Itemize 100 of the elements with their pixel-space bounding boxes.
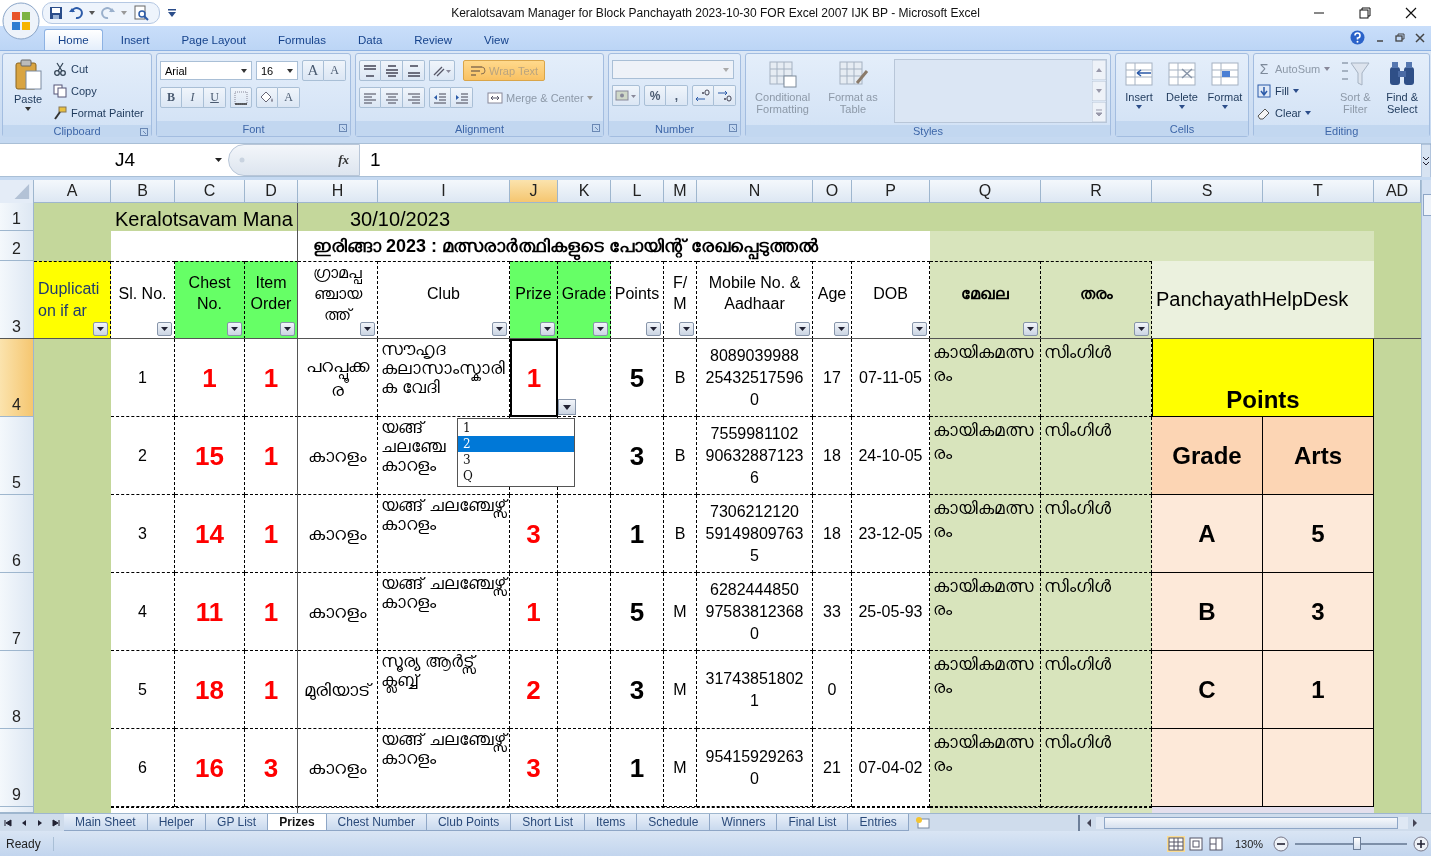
row-header[interactable]: 6 <box>0 495 34 573</box>
font-name-field[interactable]: Arial <box>160 61 252 80</box>
fill-button[interactable]: Fill <box>1257 80 1331 101</box>
align-icon-button[interactable] <box>381 87 403 108</box>
column-header[interactable]: Q <box>930 180 1041 203</box>
shrink-font-button[interactable]: A <box>324 60 346 81</box>
filter-dropdown-button[interactable] <box>1134 322 1149 336</box>
align-icon-button[interactable] <box>381 60 403 81</box>
column-header[interactable]: K <box>558 180 611 203</box>
format-painter-button[interactable]: Format Painter <box>53 102 144 123</box>
sheet-tab[interactable]: Final List <box>777 814 849 831</box>
restore-icon[interactable] <box>1395 32 1405 43</box>
print-preview-icon[interactable] <box>133 5 149 21</box>
orientation-button[interactable] <box>429 60 455 81</box>
borders-button[interactable] <box>230 87 252 108</box>
percent-button[interactable]: % <box>644 85 666 106</box>
column-header[interactable]: O <box>813 180 852 203</box>
filter-dropdown-button[interactable] <box>492 322 507 336</box>
help-icon[interactable] <box>1350 30 1365 45</box>
column-header[interactable]: A <box>34 180 111 203</box>
ribbon-tab[interactable]: Review <box>400 29 466 50</box>
grow-font-button[interactable]: A <box>302 60 324 81</box>
column-header[interactable]: S <box>1152 180 1263 203</box>
align-icon-button[interactable] <box>403 87 425 108</box>
filter-dropdown-button[interactable] <box>795 322 810 336</box>
filter-dropdown-button[interactable] <box>93 322 108 336</box>
zoom-out-icon[interactable] <box>1273 835 1289 852</box>
column-header[interactable]: C <box>175 180 245 203</box>
dropdown-option[interactable]: 2 <box>458 436 574 452</box>
filter-dropdown-button[interactable] <box>912 322 927 336</box>
row-header[interactable]: 9 <box>0 729 34 807</box>
sheet-tab[interactable]: Winners <box>710 814 778 831</box>
align-icon-button[interactable] <box>403 60 425 81</box>
cells-button[interactable]: Format <box>1205 56 1245 109</box>
font-color-button[interactable]: A <box>278 87 300 108</box>
sheet-tab[interactable]: Main Sheet <box>64 814 148 831</box>
column-header[interactable]: R <box>1041 180 1152 203</box>
sheet-tab[interactable]: Helper <box>147 814 207 831</box>
customize-caret-icon[interactable] <box>168 9 176 17</box>
increase-indent-button[interactable] <box>451 87 473 108</box>
ribbon-tab[interactable]: Data <box>344 29 397 50</box>
row-header[interactable]: 3 <box>0 261 34 339</box>
formula-field[interactable]: 1 <box>360 144 1421 176</box>
name-box[interactable]: J4 <box>0 144 228 176</box>
row-header[interactable]: 1 <box>0 203 34 231</box>
ribbon-tab[interactable]: Formulas <box>264 29 340 50</box>
fill-color-button[interactable] <box>256 87 278 108</box>
column-header[interactable]: B <box>111 180 175 203</box>
sheet-tab[interactable]: Prizes <box>268 814 327 831</box>
row-header[interactable]: 7 <box>0 573 34 651</box>
page-layout-icon[interactable] <box>1187 835 1205 852</box>
sheet-tab[interactable]: Entries <box>848 814 909 831</box>
page-break-icon[interactable] <box>1207 835 1225 852</box>
paste-button[interactable]: Paste <box>6 56 50 111</box>
filter-dropdown-button[interactable] <box>834 322 849 336</box>
restore-icon[interactable] <box>1359 7 1371 19</box>
filter-dropdown-button[interactable] <box>679 322 694 336</box>
cells-button[interactable]: Delete <box>1162 56 1202 109</box>
underline-button[interactable]: U <box>204 87 226 108</box>
zoom-level[interactable]: 130% <box>1231 837 1267 850</box>
decrease-decimal-button[interactable] <box>714 85 736 106</box>
column-header[interactable]: D <box>245 180 298 203</box>
scroll-thumb[interactable] <box>1104 816 1398 829</box>
ribbon-tab[interactable]: Page Layout <box>167 29 261 50</box>
column-header[interactable]: J <box>510 180 558 203</box>
column-header[interactable]: T <box>1263 180 1374 203</box>
font-size-field[interactable]: 16 <box>256 61 298 80</box>
sheet-tab[interactable]: Club Points <box>426 814 512 831</box>
cell-dropdown-button[interactable] <box>558 399 576 415</box>
decrease-indent-button[interactable] <box>429 87 451 108</box>
normal-view-icon[interactable] <box>1167 835 1185 852</box>
copy-button[interactable]: Copy <box>53 80 144 101</box>
zoom-slider[interactable] <box>1295 835 1407 852</box>
number-format-field[interactable] <box>612 60 734 79</box>
caret-icon[interactable] <box>89 11 95 15</box>
row-header[interactable]: 4 <box>0 339 34 417</box>
close-icon[interactable] <box>1405 7 1417 19</box>
cells-button[interactable]: Insert <box>1119 56 1159 109</box>
italic-button[interactable]: I <box>182 87 204 108</box>
find-select-button[interactable]: Find & Select <box>1380 56 1425 115</box>
close-icon[interactable] <box>1415 32 1425 43</box>
column-header[interactable]: H <box>298 180 378 203</box>
insert-function-button[interactable]: fx <box>338 152 349 168</box>
handle-icon[interactable] <box>239 157 245 163</box>
sheet-tab[interactable]: Items <box>585 814 638 831</box>
column-header[interactable]: AD <box>1374 180 1421 203</box>
last-sheet-icon[interactable] <box>51 817 61 828</box>
align-icon-button[interactable] <box>359 60 381 81</box>
expand-icon[interactable] <box>1421 144 1431 178</box>
align-icon-button[interactable] <box>359 87 381 108</box>
sheet-tab[interactable]: Chest Number <box>326 814 427 831</box>
slider-thumb[interactable] <box>1352 836 1361 850</box>
filter-dropdown-button[interactable] <box>593 322 608 336</box>
filter-dropdown-button[interactable] <box>1023 322 1038 336</box>
horizontal-scrollbar[interactable] <box>1078 814 1420 831</box>
cut-button[interactable]: Cut <box>53 58 144 79</box>
column-header[interactable]: M <box>664 180 697 203</box>
scroll-thumb[interactable] <box>1423 194 1431 216</box>
column-header[interactable]: P <box>852 180 930 203</box>
column-header[interactable]: L <box>611 180 664 203</box>
